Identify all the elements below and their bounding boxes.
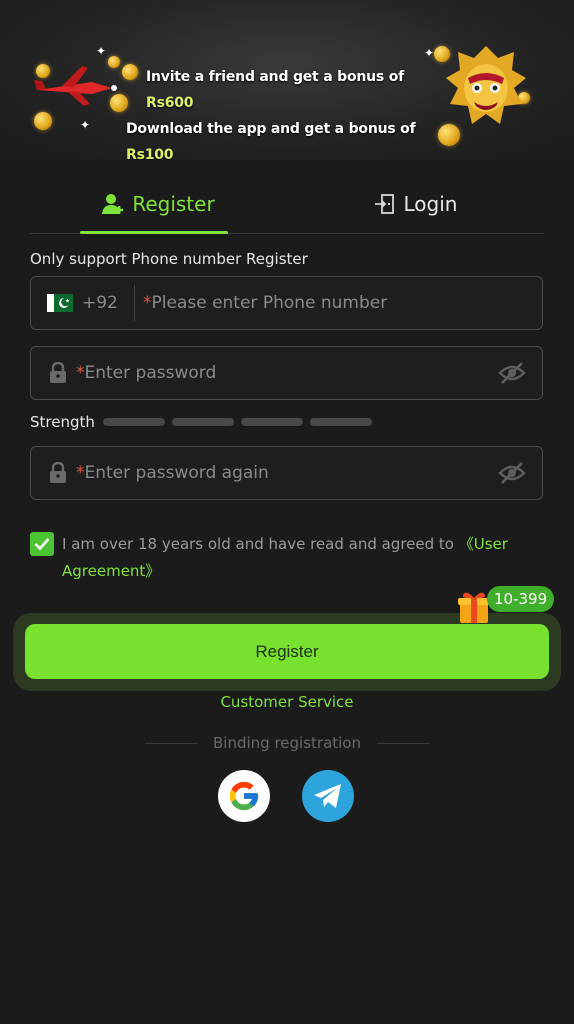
strength-bar [309,418,372,426]
password-confirm-placeholder-text: Enter password again [84,463,269,483]
strength-bar [171,418,234,426]
bonus-badge: 10-399 [487,586,555,612]
required-mark: * [76,463,85,483]
agreement-row: I am over 18 years old and have read and… [30,532,530,585]
customer-service-link[interactable]: Customer Service [0,693,574,711]
password-placeholder-text: Enter password [84,363,217,383]
agreement-statement: I am over 18 years old and have read and… [62,535,459,553]
plane-icon [34,66,117,106]
country-code[interactable]: +92 [82,293,124,313]
tab-login-label: Login [403,191,458,216]
banner-line1: Invite a friend and get a bonus of [146,69,405,85]
register-button[interactable]: Register [25,624,549,679]
agreement-checkbox[interactable] [30,532,54,556]
banner-line2: Download the app and get a bonus of [126,121,416,137]
strength-bar [240,418,303,426]
tab-register-label: Register [132,191,215,216]
strength-label: Strength [30,413,95,431]
tab-register[interactable]: Register [30,174,287,234]
password-strength: Strength [30,413,372,431]
strength-bar [102,418,165,426]
banner-text: Invite a friend and get a bonus of Rs600… [126,64,456,160]
eye-off-icon[interactable] [498,361,526,385]
divider-line [377,742,429,744]
phone-placeholder: *Please enter Phone number [143,293,387,313]
coin-icon [34,112,52,130]
phone-placeholder-text: Please enter Phone number [151,293,388,313]
sparkle-icon: ✦ [96,44,107,58]
sparkle-icon: ✦ [80,118,91,132]
required-mark: * [76,363,85,383]
golden-mask-icon [446,46,526,124]
eye-off-icon[interactable] [498,461,526,485]
divider-line [145,742,197,744]
password-placeholder: *Enter password [76,363,216,383]
password-field[interactable]: *Enter password [30,346,543,400]
tab-login[interactable]: Login [287,174,544,233]
user-add-icon [102,193,124,214]
google-login-button[interactable] [218,770,270,822]
login-door-icon [374,193,394,214]
banner-amount-1: Rs600 [146,95,194,111]
binding-label: Binding registration [213,734,361,752]
auth-tabs: Register Login [30,174,544,234]
sparkle-icon: ✦ [424,46,435,60]
lock-icon [50,462,66,483]
telegram-login-button[interactable] [302,770,354,822]
field-divider [134,285,135,321]
phone-only-note: Only support Phone number Register [30,250,308,268]
agreement-text: I am over 18 years old and have read and… [62,531,530,585]
password-confirm-field[interactable]: *Enter password again [30,446,543,500]
required-mark: * [143,293,152,313]
tab-active-indicator [80,231,228,234]
phone-field[interactable]: +92 *Please enter Phone number [30,276,543,330]
lock-icon [50,362,66,383]
banner-amount-2: Rs100 [126,147,174,160]
password-confirm-placeholder: *Enter password again [76,463,269,483]
telegram-icon [314,784,341,808]
promo-banner[interactable]: ✦ ✦ ✦ Invite a friend and get a bonus of… [0,0,574,160]
binding-registration: Binding registration [0,734,574,752]
google-icon [229,781,259,811]
pakistan-flag-icon [47,294,73,312]
checkmark-icon [34,538,50,551]
